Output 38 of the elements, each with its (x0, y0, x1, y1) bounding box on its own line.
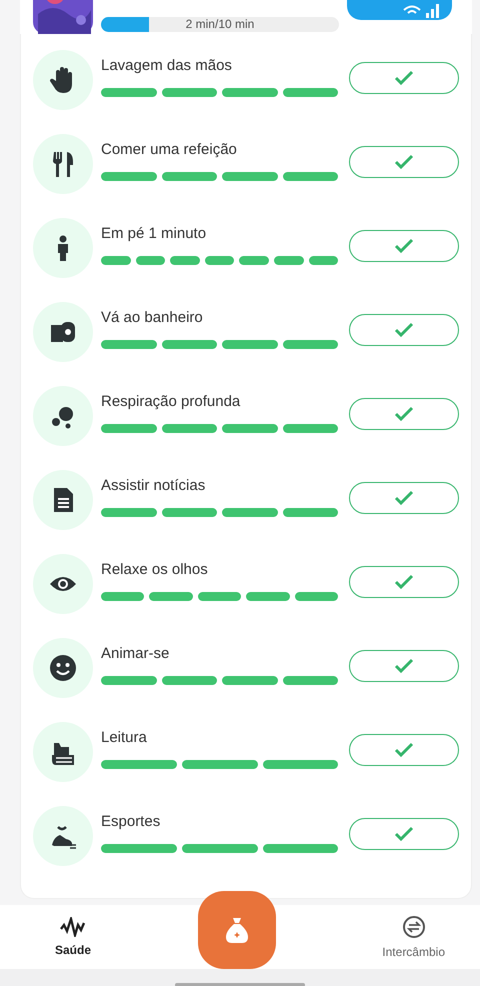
check-icon (393, 406, 416, 422)
check-button[interactable] (349, 230, 459, 262)
progress-text: 2 min/10 min (184, 17, 256, 32)
check-button[interactable] (349, 482, 459, 514)
pulse-icon (60, 917, 86, 937)
task-title: Comer uma refeição (101, 140, 238, 160)
check-icon (393, 322, 416, 338)
check-icon (393, 238, 416, 254)
check-icon (393, 154, 416, 170)
check-button[interactable] (349, 398, 459, 430)
check-button[interactable] (349, 734, 459, 766)
check-icon (393, 826, 416, 842)
task-title: Lavagem das mãos (101, 56, 233, 76)
check-button[interactable] (349, 146, 459, 178)
check-button[interactable] (349, 818, 459, 850)
status-pill[interactable] (347, 0, 452, 20)
check-icon (393, 70, 416, 86)
check-icon (393, 490, 416, 506)
task-title: Respiração profunda (101, 392, 242, 412)
task-title: Relaxe os olhos (101, 560, 209, 580)
task-title: Animar-se (101, 644, 170, 664)
check-button[interactable] (349, 62, 459, 94)
check-button[interactable] (349, 566, 459, 598)
check-button[interactable] (349, 314, 459, 346)
wifi-icon (402, 2, 442, 18)
task-title: Esportes (101, 812, 162, 832)
nav-tab[interactable]: Intercâmbio (382, 915, 445, 959)
exchange-icon (402, 915, 426, 939)
check-button[interactable] (349, 650, 459, 682)
check-icon (393, 574, 416, 590)
task-title: Em pé 1 minuto (101, 224, 208, 244)
check-icon (393, 658, 416, 674)
nav-tab[interactable]: Saúde (55, 917, 92, 957)
money-bag-button[interactable] (198, 891, 276, 969)
task-title: Leitura (101, 728, 148, 748)
task-title: Vá ao banheiro (101, 308, 204, 328)
task-title: Assistir notícias (101, 476, 206, 496)
check-icon (393, 742, 416, 758)
